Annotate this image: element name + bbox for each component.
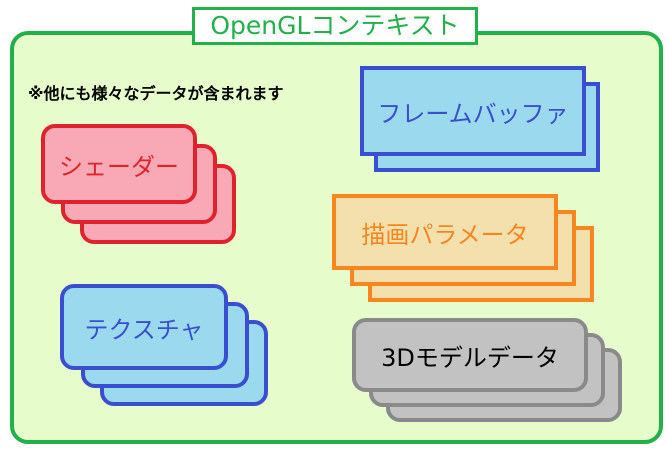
draw-params-label: 描画パラメータ <box>361 220 529 249</box>
shader-label: シェーダー <box>59 152 179 181</box>
opengl-context-title: OpenGLコンテキスト <box>192 7 478 45</box>
model-data-label: 3Dモデルデータ <box>381 343 559 372</box>
additional-data-note: ※他にも様々なデータが含まれます <box>28 84 284 103</box>
framebuffer-label: フレームバッファ <box>377 99 569 128</box>
texture-label: テクスチャ <box>84 315 204 344</box>
